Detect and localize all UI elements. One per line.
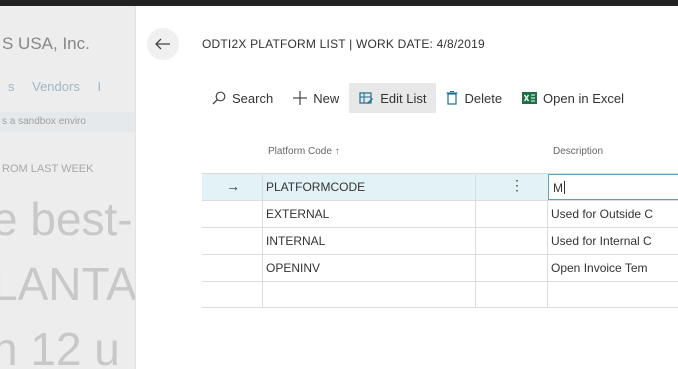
table-row[interactable]: EXTERNAL Used for Outside C [202,200,678,227]
edit-list-button[interactable]: Edit List [349,83,437,113]
table-row[interactable]: → PLATFORMCODE ⋮ M [202,173,678,200]
excel-icon [522,92,538,104]
column-header-platform-code[interactable]: Platform Code ↑ [268,146,340,157]
search-label: Search [232,90,274,106]
description-cell[interactable] [547,282,678,308]
platform-code-cell[interactable] [262,282,475,308]
description-cell[interactable]: Open Invoice Tem [547,255,678,281]
background-page: S USA, Inc. s Vendors I s a sandbox envi… [0,6,135,369]
open-in-excel-button[interactable]: Open in Excel [512,83,634,113]
platform-code-cell[interactable]: PLATFORMCODE [262,174,475,200]
column-header-description[interactable]: Description [553,146,603,157]
search-button[interactable]: Search [202,83,283,113]
more-options-icon[interactable]: ⋮ [510,177,524,194]
platform-code-cell[interactable]: EXTERNAL [262,201,475,227]
open-in-excel-label: Open in Excel [543,90,624,106]
plus-icon [293,91,308,105]
table-row-empty[interactable] [202,281,678,308]
page-title: ODTI2X PLATFORM LIST | WORK DATE: 4/8/20… [202,37,485,51]
new-button[interactable]: New [283,83,349,113]
arrow-left-icon [155,38,170,50]
delete-button[interactable]: Delete [436,83,512,113]
platform-list-panel: ODTI2X PLATFORM LIST | WORK DATE: 4/8/20… [135,6,678,369]
action-bar: Search New Edit List Delete Open in Exce… [202,83,634,113]
delete-label: Delete [464,90,503,106]
background-overlay [0,6,135,369]
description-cell[interactable]: Used for Outside C [547,201,678,227]
description-input[interactable]: M [548,174,678,200]
platform-code-cell[interactable]: INTERNAL [262,228,475,254]
description-cell[interactable]: Used for Internal C [547,228,678,254]
description-input-value: M [553,181,563,195]
search-icon [212,91,226,105]
edit-list-icon [359,92,374,104]
trash-icon [446,91,458,105]
back-button[interactable] [147,28,179,60]
new-label: New [313,90,340,106]
table-row[interactable]: OPENINV Open Invoice Tem [202,254,678,281]
table-row[interactable]: INTERNAL Used for Internal C [202,227,678,254]
platform-code-cell[interactable]: OPENINV [262,255,475,281]
edit-list-label: Edit List [380,90,427,106]
text-caret [564,181,565,194]
arrow-right-icon: → [226,178,240,194]
